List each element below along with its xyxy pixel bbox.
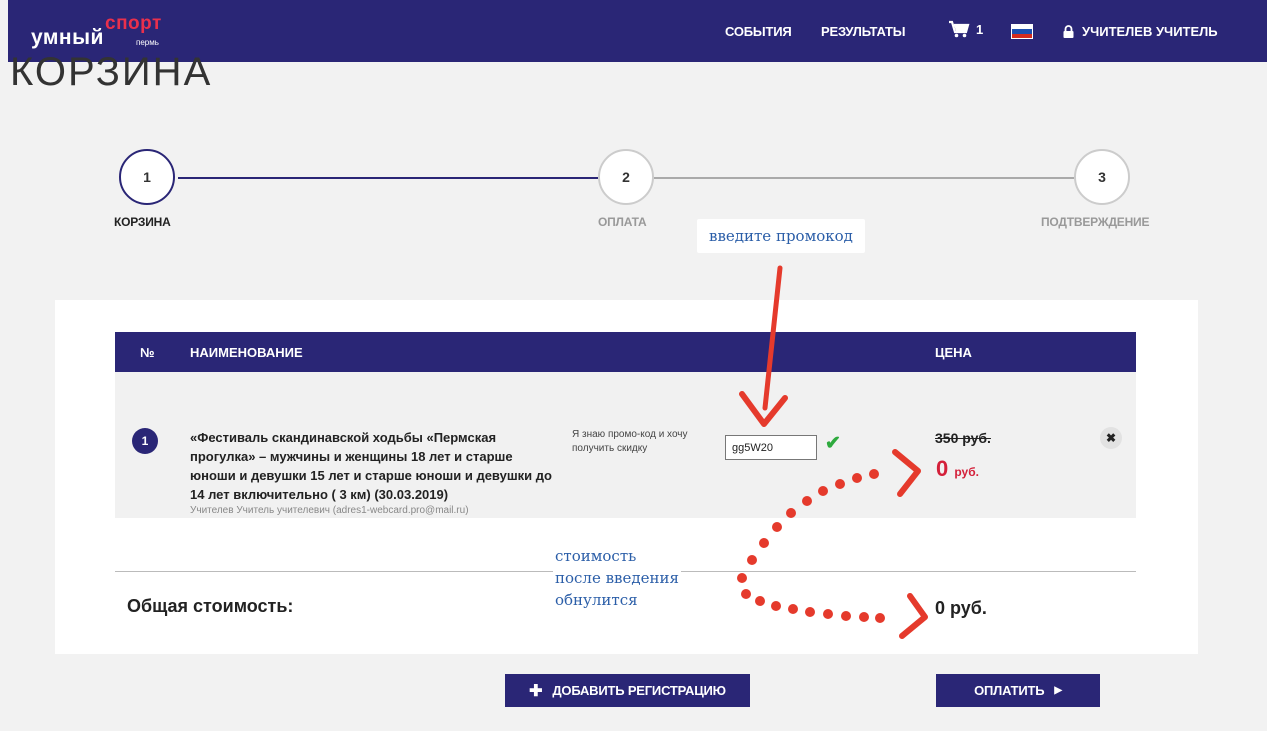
step-number: 2 [622, 169, 630, 185]
col-header-name: НАИМЕНОВАНИЕ [190, 345, 303, 360]
nav-link-events[interactable]: СОБЫТИЯ [725, 24, 792, 39]
item-participant: Учителев Учитель учителевич (adres1-webc… [190, 505, 469, 516]
col-header-price: ЦЕНА [935, 345, 972, 360]
checkmark-icon: ✔ [825, 433, 841, 454]
new-price-value: 0 [936, 456, 949, 481]
row-number-badge: 1 [132, 428, 158, 454]
nav-link-results[interactable]: РЕЗУЛЬТАТЫ [821, 24, 905, 39]
logo-text-city: пермь [136, 38, 159, 47]
step-number: 1 [143, 169, 151, 185]
user-menu[interactable]: УЧИТЕЛЕВ УЧИТЕЛЬ [1063, 24, 1218, 39]
page-title: КОРЗИНА [10, 50, 213, 94]
logo-text-main: умный [31, 26, 104, 49]
step-3-label: ПОДТВЕРЖДЕНИЕ [1041, 215, 1150, 229]
play-arrow-icon: ▶ [1054, 685, 1062, 696]
pay-label: ОПЛАТИТЬ [974, 683, 1045, 698]
cost-note-annotation: стоимость после введения обнулится [553, 545, 681, 611]
close-icon: ✖ [1105, 431, 1117, 445]
total-label: Общая стоимость: [127, 596, 294, 616]
cart-icon [949, 20, 970, 38]
step-3-circle: 3 [1074, 149, 1130, 205]
promo-code-input[interactable] [725, 435, 817, 460]
stepper-line-active [178, 177, 598, 179]
lock-icon [1063, 25, 1074, 38]
pay-button[interactable]: ОПЛАТИТЬ ▶ [936, 674, 1100, 707]
promo-hint-callout: введите промокод [697, 219, 865, 253]
russian-flag-icon[interactable] [1011, 24, 1033, 39]
new-price-currency: руб. [954, 465, 979, 479]
step-2-circle: 2 [598, 149, 654, 205]
stepper-line-inactive [654, 177, 1074, 179]
new-price: 0 руб. [936, 456, 979, 482]
add-registration-button[interactable]: ✚ ДОБАВИТЬ РЕГИСТРАЦИЮ [505, 674, 750, 707]
cost-note-line-2: после введения [555, 569, 679, 587]
remove-item-button[interactable]: ✖ [1100, 427, 1122, 449]
item-title: «Фестиваль скандинавской ходьбы «Пермска… [190, 430, 552, 502]
cost-note-line-3: обнулится [555, 591, 638, 609]
step-2-label: ОПЛАТА [598, 215, 647, 229]
col-header-number: № [140, 345, 155, 360]
site-logo[interactable]: умный спорт пермь [31, 10, 191, 50]
cost-note-line-1: стоимость [555, 547, 637, 565]
cart-link[interactable]: 1 [948, 20, 983, 38]
plus-icon: ✚ [529, 682, 543, 700]
add-registration-label: ДОБАВИТЬ РЕГИСТРАЦИЮ [552, 683, 726, 698]
old-price: 350 руб. [935, 430, 991, 446]
promo-code-label: Я знаю промо-код и хочу получить скидку [572, 429, 688, 454]
cart-count: 1 [976, 21, 984, 37]
step-1-circle: 1 [119, 149, 175, 205]
step-1-label: КОРЗИНА [114, 215, 171, 229]
user-name: УЧИТЕЛЕВ УЧИТЕЛЬ [1082, 24, 1218, 39]
logo-text-sport: спорт [105, 13, 162, 34]
total-value: 0 руб. [935, 598, 987, 618]
table-row: 1 «Фестиваль скандинавской ходьбы «Пермс… [115, 372, 1136, 518]
step-number: 3 [1098, 169, 1106, 185]
table-header: № НАИМЕНОВАНИЕ ЦЕНА [115, 332, 1136, 372]
